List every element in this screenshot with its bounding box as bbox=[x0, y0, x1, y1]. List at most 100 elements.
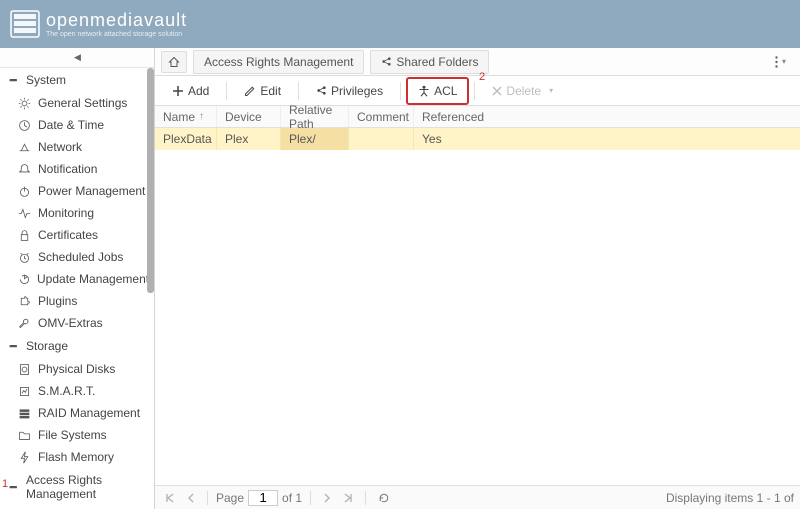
sidebar-item[interactable]: Network bbox=[0, 136, 154, 158]
sidebar-item-label: Physical Disks bbox=[38, 362, 115, 376]
pager-of-label: of 1 bbox=[282, 491, 302, 505]
breadcrumb-parent[interactable]: Access Rights Management bbox=[193, 50, 364, 74]
sidebar-group[interactable]: Access Rights Management bbox=[0, 468, 154, 506]
sidebar-item-label: File Systems bbox=[38, 428, 107, 442]
more-vertical-icon bbox=[775, 56, 778, 68]
sidebar-group[interactable]: System bbox=[0, 68, 154, 92]
breadcrumb-current-label: Shared Folders bbox=[396, 55, 478, 69]
sidebar-item-label: RAID Management bbox=[38, 406, 140, 420]
flash-icon bbox=[18, 451, 32, 464]
sidebar-item-label: OMV-Extras bbox=[38, 316, 103, 330]
home-button[interactable] bbox=[161, 51, 187, 73]
sidebar-item[interactable]: S.M.A.R.T. bbox=[0, 380, 154, 402]
sidebar-item-label: Plugins bbox=[38, 294, 77, 308]
sidebar-item[interactable]: Plugins bbox=[0, 290, 154, 312]
breadcrumb-bar: Access Rights Management Shared Folders … bbox=[155, 48, 800, 76]
logo-icon bbox=[10, 10, 40, 38]
sidebar-item[interactable]: Scheduled Jobs bbox=[0, 246, 154, 268]
sidebar-scrollbar-thumb[interactable] bbox=[147, 68, 154, 293]
sidebar-item[interactable]: General Settings bbox=[0, 92, 154, 114]
pager-refresh-button[interactable] bbox=[374, 490, 394, 506]
share-icon bbox=[316, 85, 327, 96]
sidebar-item[interactable]: Flash Memory bbox=[0, 446, 154, 468]
folder-icon bbox=[18, 429, 32, 442]
breadcrumb-parent-label: Access Rights Management bbox=[204, 55, 353, 69]
chevron-left-icon bbox=[187, 493, 195, 503]
sidebar-item-label: Flash Memory bbox=[38, 450, 114, 464]
column-name-label: Name bbox=[163, 110, 195, 124]
pager-page-label: Page bbox=[216, 491, 244, 505]
sidebar-nav: System General Settings Date & Time Network… bbox=[0, 68, 154, 509]
column-referenced[interactable]: Referenced bbox=[414, 106, 492, 127]
settings-icon bbox=[18, 97, 32, 110]
lock-icon bbox=[18, 229, 32, 242]
acl-button[interactable]: ACL bbox=[407, 78, 468, 104]
edit-button[interactable]: Edit bbox=[233, 78, 292, 104]
sidebar-item-label: General Settings bbox=[38, 96, 127, 110]
minus-icon bbox=[8, 481, 20, 494]
column-relpath[interactable]: Relative Path bbox=[281, 106, 349, 127]
breadcrumb-current[interactable]: Shared Folders bbox=[370, 50, 489, 74]
sidebar-item[interactable]: Power Management bbox=[0, 180, 154, 202]
add-label: Add bbox=[188, 84, 209, 98]
pager-last-button bbox=[339, 491, 357, 505]
sidebar-item-label: S.M.A.R.T. bbox=[38, 384, 95, 398]
cell-comment bbox=[349, 128, 414, 150]
sidebar-item-label: Certificates bbox=[38, 228, 98, 242]
sidebar-item-label: Update Management bbox=[37, 272, 149, 286]
last-page-icon bbox=[343, 493, 353, 503]
sidebar-collapse-button[interactable]: ◀ bbox=[0, 48, 155, 68]
sidebar-item[interactable]: Physical Disks bbox=[0, 358, 154, 380]
privileges-button[interactable]: Privileges bbox=[305, 78, 394, 104]
logo-subtitle: The open network attached storage soluti… bbox=[46, 31, 187, 38]
pulse-icon bbox=[18, 207, 32, 220]
sidebar-item-label: Scheduled Jobs bbox=[38, 250, 123, 264]
sidebar-item[interactable]: Update Management bbox=[0, 268, 154, 290]
add-button[interactable]: Add bbox=[161, 78, 220, 104]
update-icon bbox=[18, 273, 31, 286]
sidebar-item[interactable]: Certificates bbox=[0, 224, 154, 246]
cell-relpath: Plex/ bbox=[281, 128, 349, 150]
chevron-right-icon bbox=[323, 493, 331, 503]
sidebar-item[interactable]: Date & Time bbox=[0, 114, 154, 136]
sidebar-item[interactable]: OMV-Extras bbox=[0, 312, 154, 334]
chevron-down-icon: ▾ bbox=[549, 86, 553, 95]
table-row[interactable]: PlexDataPlexPlex/Yes bbox=[155, 128, 800, 150]
pager: Page of 1 Displaying items 1 - 1 of bbox=[155, 485, 800, 509]
plus-icon bbox=[172, 85, 184, 97]
acl-label: ACL bbox=[434, 84, 457, 98]
sidebar-item[interactable]: File Systems bbox=[0, 424, 154, 446]
column-relpath-label: Relative Path bbox=[289, 103, 340, 131]
sidebar-item-label: Date & Time bbox=[38, 118, 104, 132]
accessibility-icon bbox=[418, 85, 430, 97]
logo-title: openmediavault bbox=[46, 11, 187, 29]
pager-first-button bbox=[161, 491, 179, 505]
disk-icon bbox=[18, 363, 32, 376]
sidebar-item[interactable]: RAID Management bbox=[0, 402, 154, 424]
chevron-left-icon: ◀ bbox=[74, 52, 81, 63]
power-icon bbox=[18, 185, 32, 198]
column-referenced-label: Referenced bbox=[422, 110, 484, 124]
annotation-2: 2 bbox=[479, 71, 485, 83]
column-name[interactable]: Name ↑ bbox=[155, 106, 217, 127]
main-content: Access Rights Management Shared Folders … bbox=[155, 48, 800, 509]
minus-icon bbox=[8, 340, 20, 353]
sidebar-group[interactable]: Storage bbox=[0, 334, 154, 358]
sidebar-group-label: Access Rights Management bbox=[26, 473, 146, 501]
sidebar-item[interactable]: Monitoring bbox=[0, 202, 154, 224]
grid-body: PlexDataPlexPlex/Yes bbox=[155, 128, 800, 485]
app-logo: openmediavault The open network attached… bbox=[10, 10, 187, 38]
alarm-icon bbox=[18, 251, 32, 264]
column-comment[interactable]: Comment bbox=[349, 106, 414, 127]
pager-next-button bbox=[319, 491, 335, 505]
clock-icon bbox=[18, 119, 32, 132]
sidebar-item[interactable]: Notification bbox=[0, 158, 154, 180]
overflow-menu[interactable]: ▾ bbox=[767, 52, 794, 72]
column-device[interactable]: Device bbox=[217, 106, 281, 127]
home-icon bbox=[168, 56, 180, 68]
app-header: openmediavault The open network attached… bbox=[0, 0, 800, 48]
pager-page-input[interactable] bbox=[248, 490, 278, 506]
smart-icon bbox=[18, 385, 32, 398]
network-icon bbox=[18, 141, 32, 154]
toolbar: Add Edit Privileges ACL Delete ▾ bbox=[155, 76, 800, 106]
